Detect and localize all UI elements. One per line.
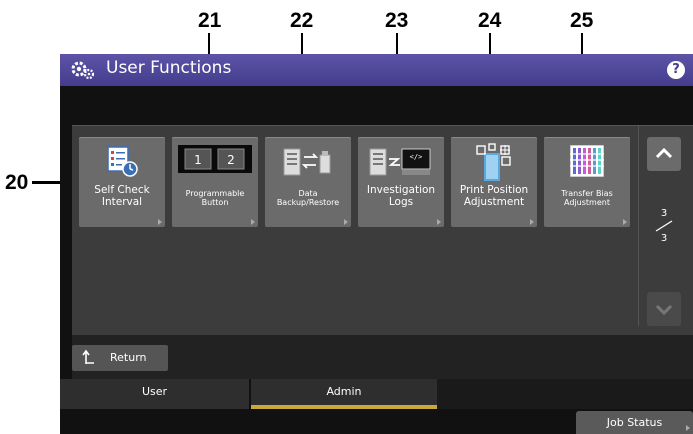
- tile-self-check-interval[interactable]: Self Check Interval: [79, 137, 165, 227]
- tab-user[interactable]: User: [60, 379, 250, 409]
- chevron-up-icon: [655, 147, 673, 159]
- tile-transfer-bias-adjustment[interactable]: Transfer Bias Adjustment: [544, 137, 630, 227]
- return-arrow-icon: [82, 349, 94, 364]
- tile-arrow-icon: [530, 219, 534, 225]
- scroll-divider: [638, 126, 639, 326]
- investigation-logs-icon: </>: [369, 148, 431, 176]
- tab-bar-filler: [437, 379, 693, 409]
- tile-print-position-adjustment[interactable]: Print Position Adjustment: [451, 137, 537, 227]
- title-bar: User Functions ?: [60, 54, 693, 86]
- callout-23: 23: [385, 9, 409, 32]
- callout-20: 20: [5, 171, 29, 194]
- callout-25: 25: [570, 9, 594, 32]
- help-button[interactable]: ?: [667, 61, 685, 79]
- callout-24: 24: [478, 9, 502, 32]
- tile-investigation-logs[interactable]: </> Investigation Logs: [358, 137, 444, 227]
- chevron-down-icon: [655, 304, 673, 316]
- job-status-arrow-icon: [686, 425, 690, 431]
- transfer-bias-icon: [570, 145, 604, 177]
- tile-arrow-icon: [437, 219, 441, 225]
- active-tab-underline: [251, 405, 437, 409]
- tile-label: Programmable Button: [185, 189, 245, 208]
- tile-arrow-icon: [623, 219, 627, 225]
- tile-arrow-icon: [251, 219, 255, 225]
- tab-admin-label: Admin: [326, 385, 362, 398]
- tile-data-backup-restore[interactable]: Data Backup/Restore: [265, 137, 351, 227]
- backup-restore-icon: [283, 148, 331, 176]
- tab-admin[interactable]: Admin: [251, 379, 437, 409]
- scroll-down-button[interactable]: [647, 292, 681, 326]
- page-title: User Functions: [106, 58, 232, 78]
- function-grid: Self Check Interval 1 2 Programmable But…: [72, 125, 693, 336]
- return-button[interactable]: Return: [72, 345, 168, 371]
- callout-22: 22: [290, 9, 314, 32]
- tile-arrow-icon: [344, 219, 348, 225]
- job-status-button[interactable]: Job Status: [576, 411, 693, 434]
- tile-label: Print Position Adjustment: [459, 184, 529, 209]
- tile-arrow-icon: [158, 219, 162, 225]
- page-current: 3: [660, 208, 668, 219]
- callout-21: 21: [198, 9, 222, 32]
- tile-label: Transfer Bias Adjustment: [561, 189, 613, 208]
- tile-label: Data Backup/Restore: [276, 189, 340, 208]
- page-indicator: 3 3: [647, 208, 681, 244]
- calendar-clock-icon: [107, 146, 138, 177]
- tile-label: Self Check Interval: [94, 184, 150, 209]
- key-2-label: 2: [227, 153, 235, 167]
- tile-programmable-button[interactable]: 1 2 Programmable Button: [172, 137, 258, 227]
- return-label: Return: [110, 351, 147, 364]
- tile-label: Investigation Logs: [366, 184, 436, 209]
- key-1-label: 1: [194, 153, 202, 167]
- code-glyph-label: </>: [410, 153, 423, 161]
- device-panel: User Functions ? Self Check Interval 1 2…: [60, 54, 693, 434]
- print-position-icon: [476, 143, 511, 181]
- return-bar: Return: [72, 335, 693, 379]
- gear-icon: [71, 61, 95, 80]
- programmable-keys-icon: 1 2: [178, 145, 252, 173]
- job-status-label: Job Status: [606, 416, 663, 429]
- scroll-up-button[interactable]: [647, 137, 681, 171]
- page-slash-icon: [655, 220, 673, 232]
- page-total: 3: [660, 233, 668, 244]
